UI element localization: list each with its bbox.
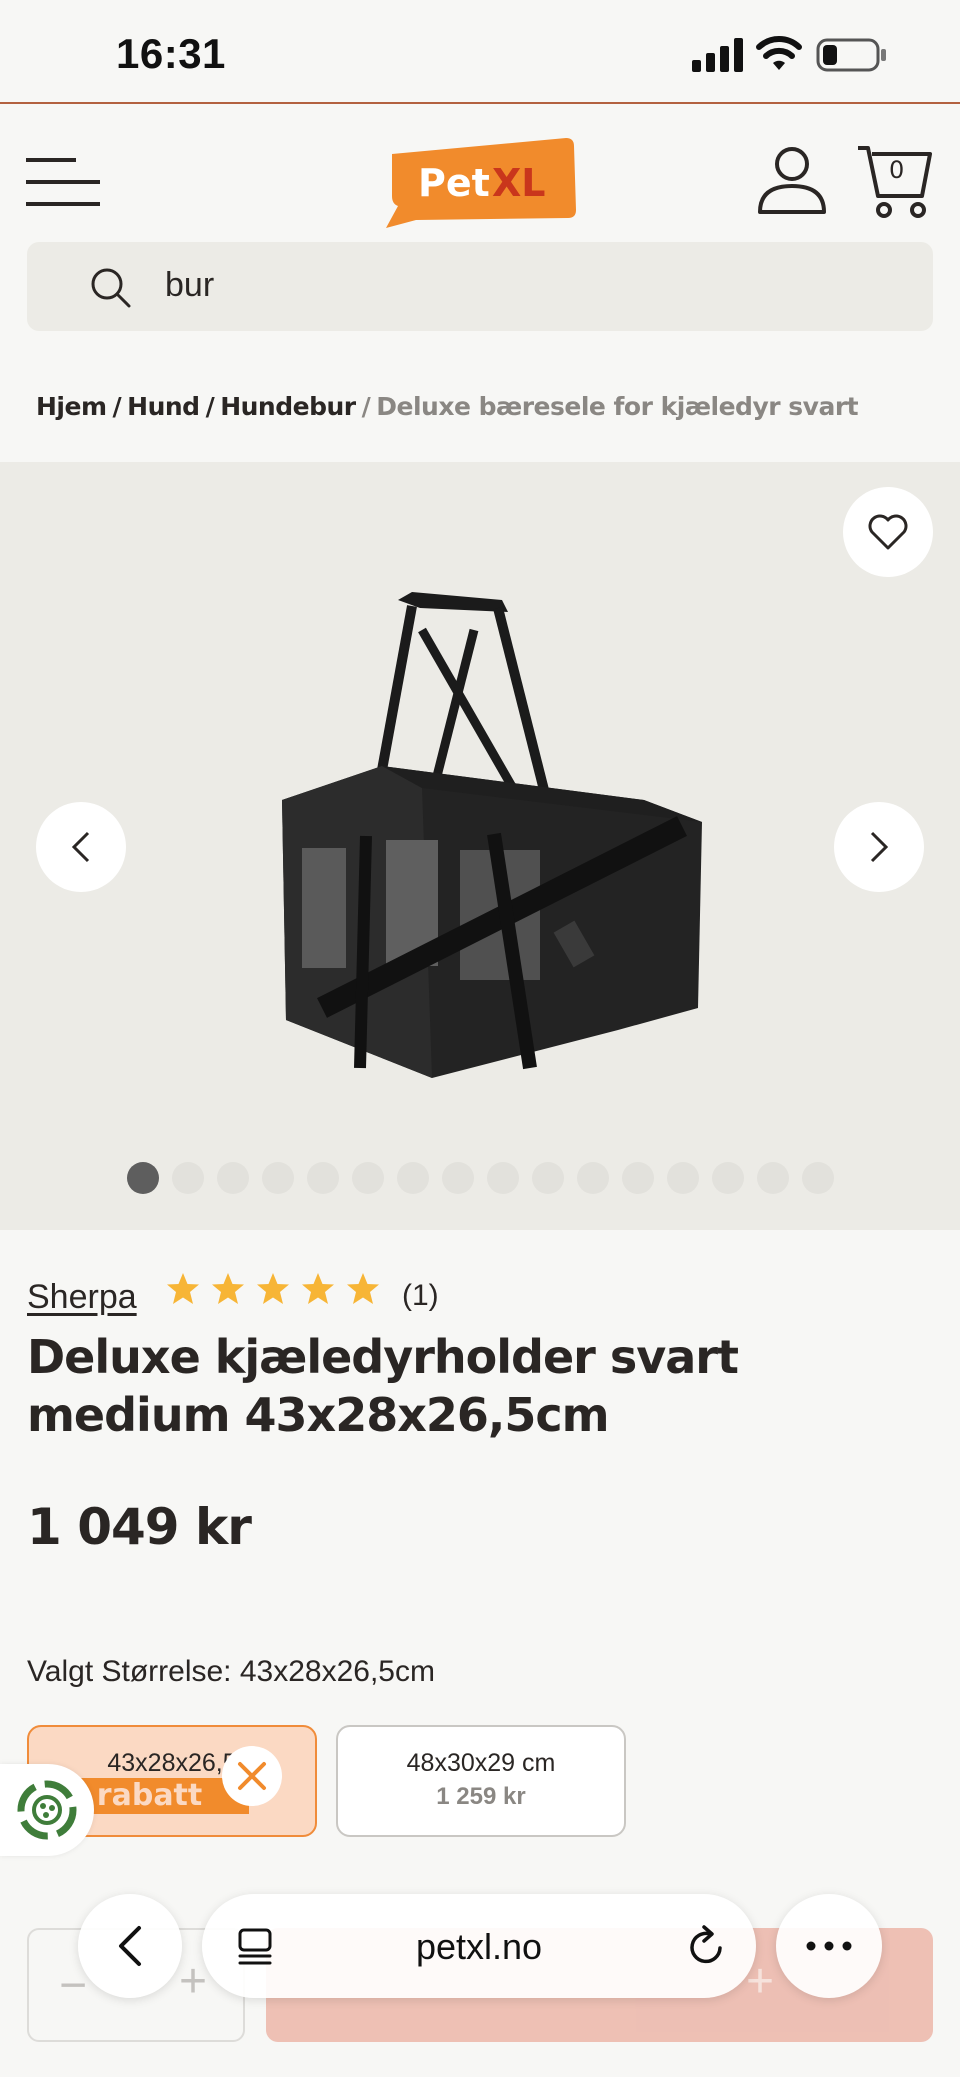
site-header: Pet XL 0	[0, 106, 960, 246]
breadcrumb-current: Deluxe bæresele for kjæledyr svart	[376, 392, 859, 421]
gallery-next-button[interactable]	[834, 802, 924, 892]
search-bar	[27, 242, 933, 331]
shopping-cart-button[interactable]: 0	[856, 144, 936, 222]
url-text: petxl.no	[415, 1926, 543, 1967]
size-option[interactable]: 48x30x29 cm 1 259 kr	[336, 1725, 626, 1837]
product-title: Deluxe kjæledyrholder svart medium 43x28…	[27, 1330, 739, 1442]
size-option-price: 1 259 kr	[436, 1783, 526, 1810]
star-icon	[212, 1273, 244, 1304]
gallery-dot[interactable]	[712, 1162, 744, 1194]
gallery-dot[interactable]	[442, 1162, 474, 1194]
breadcrumb-separator: /	[205, 392, 215, 421]
size-option-name: 48x30x29 cm	[406, 1749, 556, 1777]
review-count[interactable]: (1)	[402, 1279, 439, 1313]
pet-xl-logo[interactable]: Pet XL	[382, 132, 578, 228]
gallery-dot[interactable]	[757, 1162, 789, 1194]
star-icon	[302, 1273, 334, 1304]
selected-size-label: Valgt Størrelse: 43x28x26,5cm	[27, 1655, 435, 1688]
cellular-signal-icon	[692, 38, 743, 72]
gallery-dot[interactable]	[487, 1162, 519, 1194]
gallery-dot[interactable]	[577, 1162, 609, 1194]
chevron-right-icon	[870, 831, 889, 863]
loyalty-widget-button[interactable]	[0, 1764, 94, 1856]
gallery-dot[interactable]	[532, 1162, 564, 1194]
gallery-dot[interactable]	[352, 1162, 384, 1194]
hamburger-menu-icon[interactable]	[26, 154, 100, 210]
heart-icon	[868, 514, 908, 550]
breadcrumb-home[interactable]: Hjem	[36, 392, 107, 421]
star-icon	[257, 1273, 289, 1304]
status-bar: 16:31	[0, 0, 960, 104]
gallery-dot[interactable]	[667, 1162, 699, 1194]
more-dots-icon	[806, 1941, 852, 1951]
chevron-left-icon	[119, 1926, 141, 1966]
breadcrumb-hund[interactable]: Hund	[127, 392, 200, 421]
wifi-icon	[756, 36, 802, 70]
breadcrumb: Hjem / Hund / Hundebur / Deluxe bæresele for k…	[36, 392, 859, 421]
star-icon	[167, 1273, 199, 1304]
battery-icon	[816, 38, 886, 72]
logo-text-xl: XL	[492, 161, 546, 205]
favorite-button[interactable]	[843, 487, 933, 577]
brand-link[interactable]: Sherpa	[27, 1278, 137, 1317]
recycle-leaf-icon	[17, 1780, 77, 1840]
cart-count-badge: 0	[889, 156, 905, 184]
star-icon	[347, 1273, 379, 1304]
reload-icon[interactable]	[686, 1924, 728, 1968]
gallery-dot[interactable]	[217, 1162, 249, 1194]
gallery-dot[interactable]	[172, 1162, 204, 1194]
gallery-pagination	[127, 1162, 834, 1194]
gallery-dot[interactable]	[262, 1162, 294, 1194]
breadcrumb-separator: /	[361, 392, 371, 421]
chevron-left-icon	[71, 831, 90, 863]
browser-address-bar[interactable]: petxl.no	[202, 1894, 756, 1998]
gallery-dot[interactable]	[802, 1162, 834, 1194]
browser-back-button[interactable]	[78, 1894, 182, 1998]
product-image[interactable]	[262, 590, 712, 1110]
gallery-dot[interactable]	[127, 1162, 159, 1194]
close-icon	[238, 1762, 266, 1790]
search-icon	[91, 268, 131, 308]
gallery-dot[interactable]	[307, 1162, 339, 1194]
product-gallery	[0, 462, 960, 1230]
gallery-dot[interactable]	[622, 1162, 654, 1194]
browser-more-button[interactable]	[776, 1894, 882, 1998]
breadcrumb-separator: /	[112, 392, 122, 421]
product-price: 1 049 kr	[27, 1498, 252, 1556]
search-input[interactable]	[165, 260, 865, 310]
logo-text-pet: Pet	[418, 161, 490, 205]
rating-stars[interactable]	[166, 1272, 380, 1306]
gallery-dot[interactable]	[397, 1162, 429, 1194]
gallery-prev-button[interactable]	[36, 802, 126, 892]
breadcrumb-hundebur[interactable]: Hundebur	[220, 392, 356, 421]
user-account-icon[interactable]	[756, 144, 828, 218]
promo-close-button[interactable]	[222, 1746, 282, 1806]
status-time: 16:31	[116, 30, 226, 77]
